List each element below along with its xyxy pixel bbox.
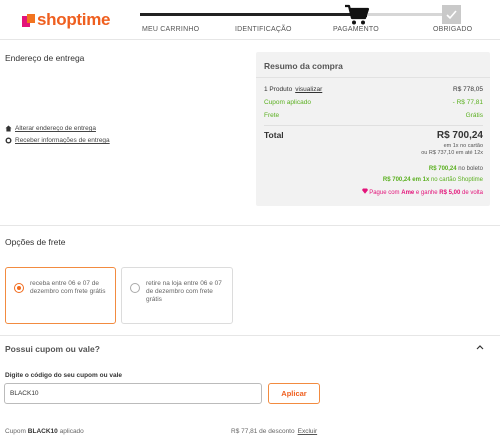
shipping-value: Grátis [465,112,483,119]
receive-info-link[interactable]: Receber informações de entrega [5,137,110,144]
logo-text: shoptime [37,10,111,29]
freight-option-pickup[interactable]: retire na loja entre 06 e 07 de dezembro… [121,267,233,324]
step-obrigado: OBRIGADO [433,26,473,33]
checkout-header: shoptime MEU CARRINHO IDENTIFICAÇÃO PAGA… [0,0,500,40]
logo-mark-icon [22,13,35,27]
freight-title: Opções de frete [5,237,66,247]
whatsapp-icon [5,137,12,144]
products-value: R$ 778,05 [453,86,483,93]
summary-products-row: 1 Produto visualizar R$ 778,05 [264,86,483,93]
radio-selected[interactable] [14,283,24,293]
ame-diamond-icon [361,188,368,194]
progress-line-pending [362,13,454,16]
radio-unselected[interactable] [130,283,140,293]
freight-option-text: receba entre 06 e 07 de dezembro com fre… [30,280,106,295]
summary-shipping-row: Frete Grátis [264,112,483,119]
coupon-applied-status: Cupom BLACK10 aplicado [5,428,84,435]
step-meu-carrinho: MEU CARRINHO [142,26,200,33]
coupon-question[interactable]: Possui cupom ou vale? [5,344,100,354]
coupon-applied-value: - R$ 77,81 [452,99,483,106]
products-label: 1 Produto [264,86,293,93]
freight-option-text: retire na loja entre 06 e 07 de dezembro… [146,280,222,303]
view-products-link[interactable]: visualizar [295,86,322,93]
freight-option-delivery[interactable]: receba entre 06 e 07 de dezembro com fre… [5,267,116,324]
remove-coupon-link[interactable]: Excluir [298,428,318,435]
shoptime-logo[interactable]: shoptime [22,10,110,30]
coupon-input-label: Digite o código do seu cupom ou vale [5,372,123,379]
cart-icon [345,4,370,25]
step-identificacao: IDENTIFICAÇÃO [235,26,292,33]
total-value: R$ 700,24 [436,130,483,141]
progress-line-done [140,13,362,16]
shipping-label: Frete [264,112,280,119]
coupon-discount: R$ 77,81 de desconto Excluir [231,428,318,435]
home-icon [5,125,12,132]
total-divider [264,125,483,126]
check-icon [442,5,461,24]
summary-total-row: Total R$ 700,24 [264,130,483,141]
total-installments-alt: ou R$ 737,10 em até 12x [421,150,483,156]
coupon-applied-label: Cupom aplicado [264,99,311,106]
boleto-price: R$ 700,24 no boleto [428,166,483,172]
change-address-link[interactable]: Alterar endereço de entrega [5,125,96,132]
total-installment-note: em 1x no cartão [443,143,483,149]
coupon-input[interactable] [4,383,262,404]
delivery-title: Endereço de entrega [5,53,85,63]
summary-coupon-row: Cupom aplicado - R$ 77,81 [264,99,483,106]
order-summary: Resumo da compra 1 Produto visualizar R$ … [256,52,490,206]
section-divider [0,335,500,336]
summary-title: Resumo da compra [264,61,343,71]
summary-divider [256,77,490,78]
store-card-price: R$ 700,24 em 1x no cartão Shoptime [382,177,483,183]
total-label: Total [264,130,284,140]
step-pagamento: PAGAMENTO [333,26,379,33]
apply-coupon-button[interactable]: Aplicar [268,383,320,404]
section-divider [0,225,500,226]
chevron-up-icon[interactable] [476,344,484,350]
ame-cashback: Pague com Ame e ganhe R$ 5,00 de volta [361,188,483,196]
